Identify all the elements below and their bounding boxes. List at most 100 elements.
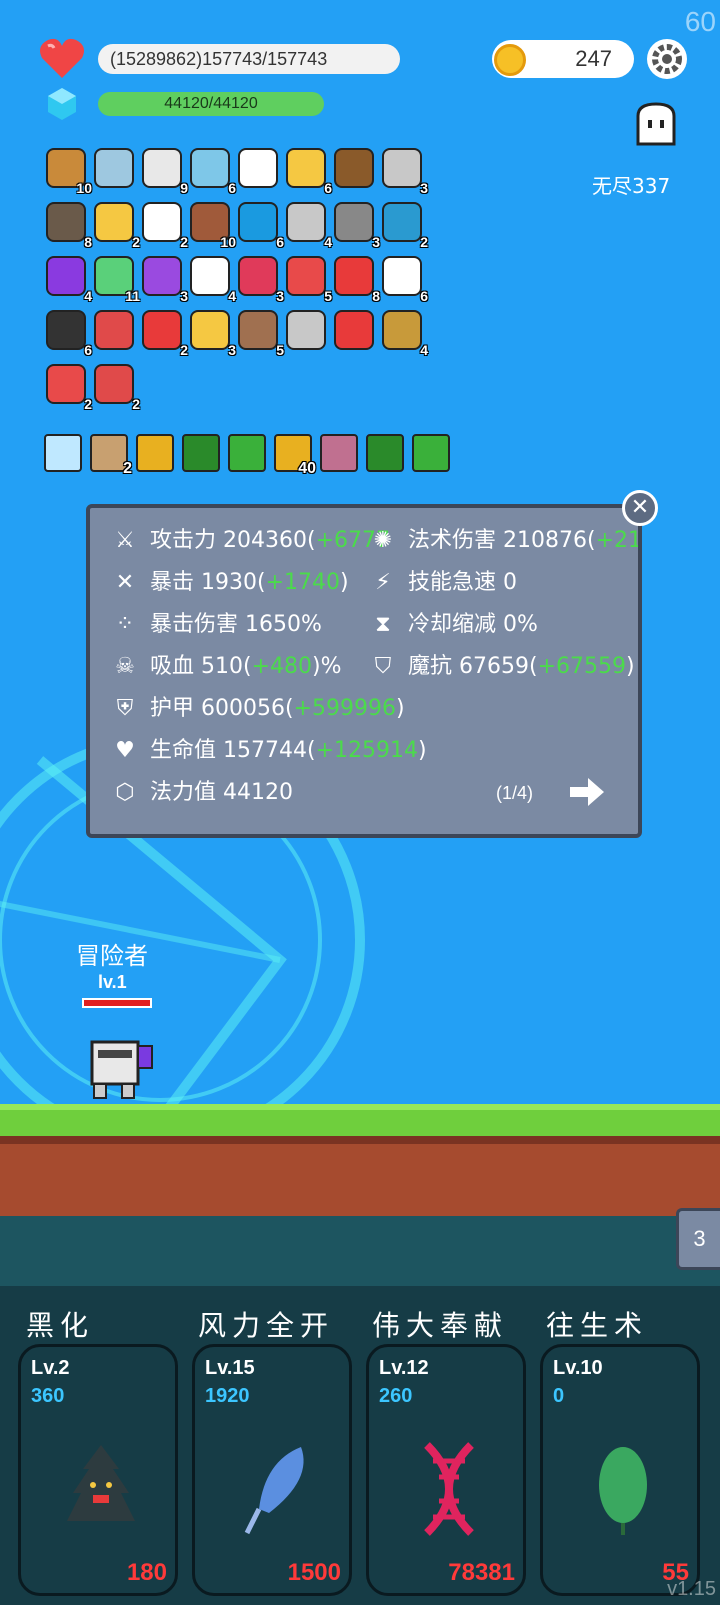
item-glyph	[94, 364, 134, 404]
relic-count: 40	[298, 460, 316, 477]
stat-armor: ⛨ 护甲 600056(+599996)	[108, 690, 405, 722]
gear-flower-icon[interactable]	[236, 146, 280, 190]
item-glyph	[190, 256, 230, 296]
item-glyph	[46, 364, 86, 404]
relic-sun-icon[interactable]	[44, 434, 82, 472]
item-count: 4	[420, 342, 428, 358]
axe-icon[interactable]: 4	[284, 200, 332, 250]
leaf-icon	[599, 1447, 647, 1535]
item-glyph	[286, 310, 326, 350]
crystal-outline-icon: ⬡	[115, 780, 135, 805]
wand-icon[interactable]: 6	[284, 146, 332, 196]
spirit-icon[interactable]: 11	[92, 254, 140, 304]
bow-icon[interactable]: 4	[380, 308, 428, 358]
skill-card-devotion[interactable]: Lv.12 260 78381	[366, 1344, 526, 1596]
potion-icon[interactable]: 6	[188, 146, 236, 196]
item-glyph	[142, 256, 182, 296]
item-glyph	[46, 202, 86, 242]
relic-mask-icon[interactable]	[136, 434, 174, 472]
hero-name: 冒险者	[76, 942, 148, 970]
orb-icon[interactable]: 4	[44, 254, 92, 304]
skill-level: Lv.12	[379, 1357, 429, 1379]
fps-counter: 60	[684, 6, 716, 37]
relic-clover2-icon[interactable]	[412, 434, 450, 472]
relic-clover-icon[interactable]	[228, 434, 266, 472]
item-count: 6	[84, 342, 92, 358]
relic-count: 2	[123, 460, 132, 477]
skill-title: 往生术	[546, 1309, 649, 1342]
skill-level: Lv.10	[553, 1357, 603, 1379]
item-glyph	[334, 202, 374, 242]
stat-lifesteal: ☠ 吸血 510(+480)%	[108, 648, 341, 680]
item-glyph	[142, 310, 182, 350]
strawberry-icon[interactable]: 8	[332, 254, 380, 304]
watermelon-icon[interactable]: 2	[44, 362, 92, 412]
bulb-icon[interactable]: 9	[140, 146, 188, 196]
fish-icon[interactable]: 2	[380, 200, 428, 250]
book-icon[interactable]: 10	[44, 146, 92, 196]
item-count: 6	[276, 234, 284, 250]
item-count: 10	[76, 180, 92, 196]
item-count: 11	[125, 288, 140, 304]
hp-bar: (15289862)157743/157743	[98, 44, 400, 74]
gear-icon[interactable]	[646, 38, 688, 80]
tombstone-icon[interactable]: 5	[236, 308, 284, 358]
item-glyph	[334, 148, 374, 188]
skill-card-rebirth[interactable]: Lv.10 0 55	[540, 1344, 700, 1596]
moon-icon[interactable]: 8	[44, 200, 92, 250]
stat-crit: ✕ 暴击 1930(+1740)	[108, 564, 349, 596]
item-count: 3	[276, 288, 284, 304]
sword-icon[interactable]: 3	[380, 146, 428, 196]
item-count: 2	[180, 342, 188, 358]
relic-stone-icon[interactable]: 2	[90, 434, 132, 477]
next-page-arrow-icon[interactable]	[566, 774, 606, 810]
skill-card-dark[interactable]: Lv.2 360 180	[18, 1344, 178, 1596]
gem-icon[interactable]: 6	[236, 200, 284, 250]
magnifier-icon[interactable]	[92, 146, 136, 190]
mail-icon[interactable]: 4	[188, 254, 236, 304]
pill-icon[interactable]: 5	[284, 254, 332, 304]
stat-spell-damage: ✺法术伤害 210876(+210536	[366, 522, 638, 554]
stat-cooldown: ⧗ 冷却缩减 0%	[366, 606, 538, 638]
mace-icon[interactable]: 3	[332, 200, 380, 250]
item-count: 5	[324, 288, 332, 304]
pot-icon[interactable]: 6	[44, 308, 92, 358]
cup-icon[interactable]: 10	[188, 200, 236, 250]
sunflower-icon[interactable]: 3	[188, 308, 236, 358]
item-count: 4	[324, 234, 332, 250]
apple-icon[interactable]: 2	[140, 308, 188, 358]
stat-haste: ⚡ 技能急速 0	[366, 564, 517, 596]
jar-icon[interactable]: 3	[236, 254, 284, 304]
hourglass-icon: ⧗	[375, 612, 391, 637]
skill-mana: 260	[379, 1385, 413, 1407]
relic-green2-icon[interactable]	[366, 434, 404, 472]
chest-icon[interactable]	[332, 146, 376, 190]
ring-icon[interactable]: 2	[92, 200, 140, 250]
hearts-icon[interactable]	[332, 308, 376, 352]
stat-mana: ⬡ 法力值 44120	[108, 774, 293, 806]
skill-card-wind[interactable]: Lv.15 1920 1500	[192, 1344, 352, 1596]
item-count: 3	[420, 180, 428, 196]
hook-icon[interactable]	[92, 308, 136, 352]
relic-green-icon[interactable]	[182, 434, 220, 472]
skill-title: 黑化	[26, 1309, 95, 1342]
crit-icon: ✕	[115, 570, 135, 595]
relic-gold-icon[interactable]: 40	[274, 434, 316, 477]
meteor-icon[interactable]	[284, 308, 328, 352]
relic-pink-icon[interactable]	[320, 434, 358, 472]
box-icon[interactable]: 3	[140, 254, 188, 304]
item-glyph	[238, 202, 278, 242]
ghost-icon[interactable]	[632, 100, 680, 148]
item-count: 2	[84, 396, 92, 412]
item-glyph	[334, 256, 374, 296]
item-count: 10	[220, 234, 236, 250]
side-tab[interactable]: 3	[676, 1208, 720, 1270]
ghost-icon[interactable]: 6	[380, 254, 428, 304]
item-glyph	[238, 310, 278, 350]
shield-icon[interactable]: 2	[92, 362, 140, 412]
close-button[interactable]: ✕	[622, 490, 658, 526]
item-count: 3	[180, 288, 188, 304]
dice-icon[interactable]: 2	[140, 200, 188, 250]
dark-tree-icon	[67, 1445, 135, 1521]
dna-icon	[424, 1442, 474, 1536]
